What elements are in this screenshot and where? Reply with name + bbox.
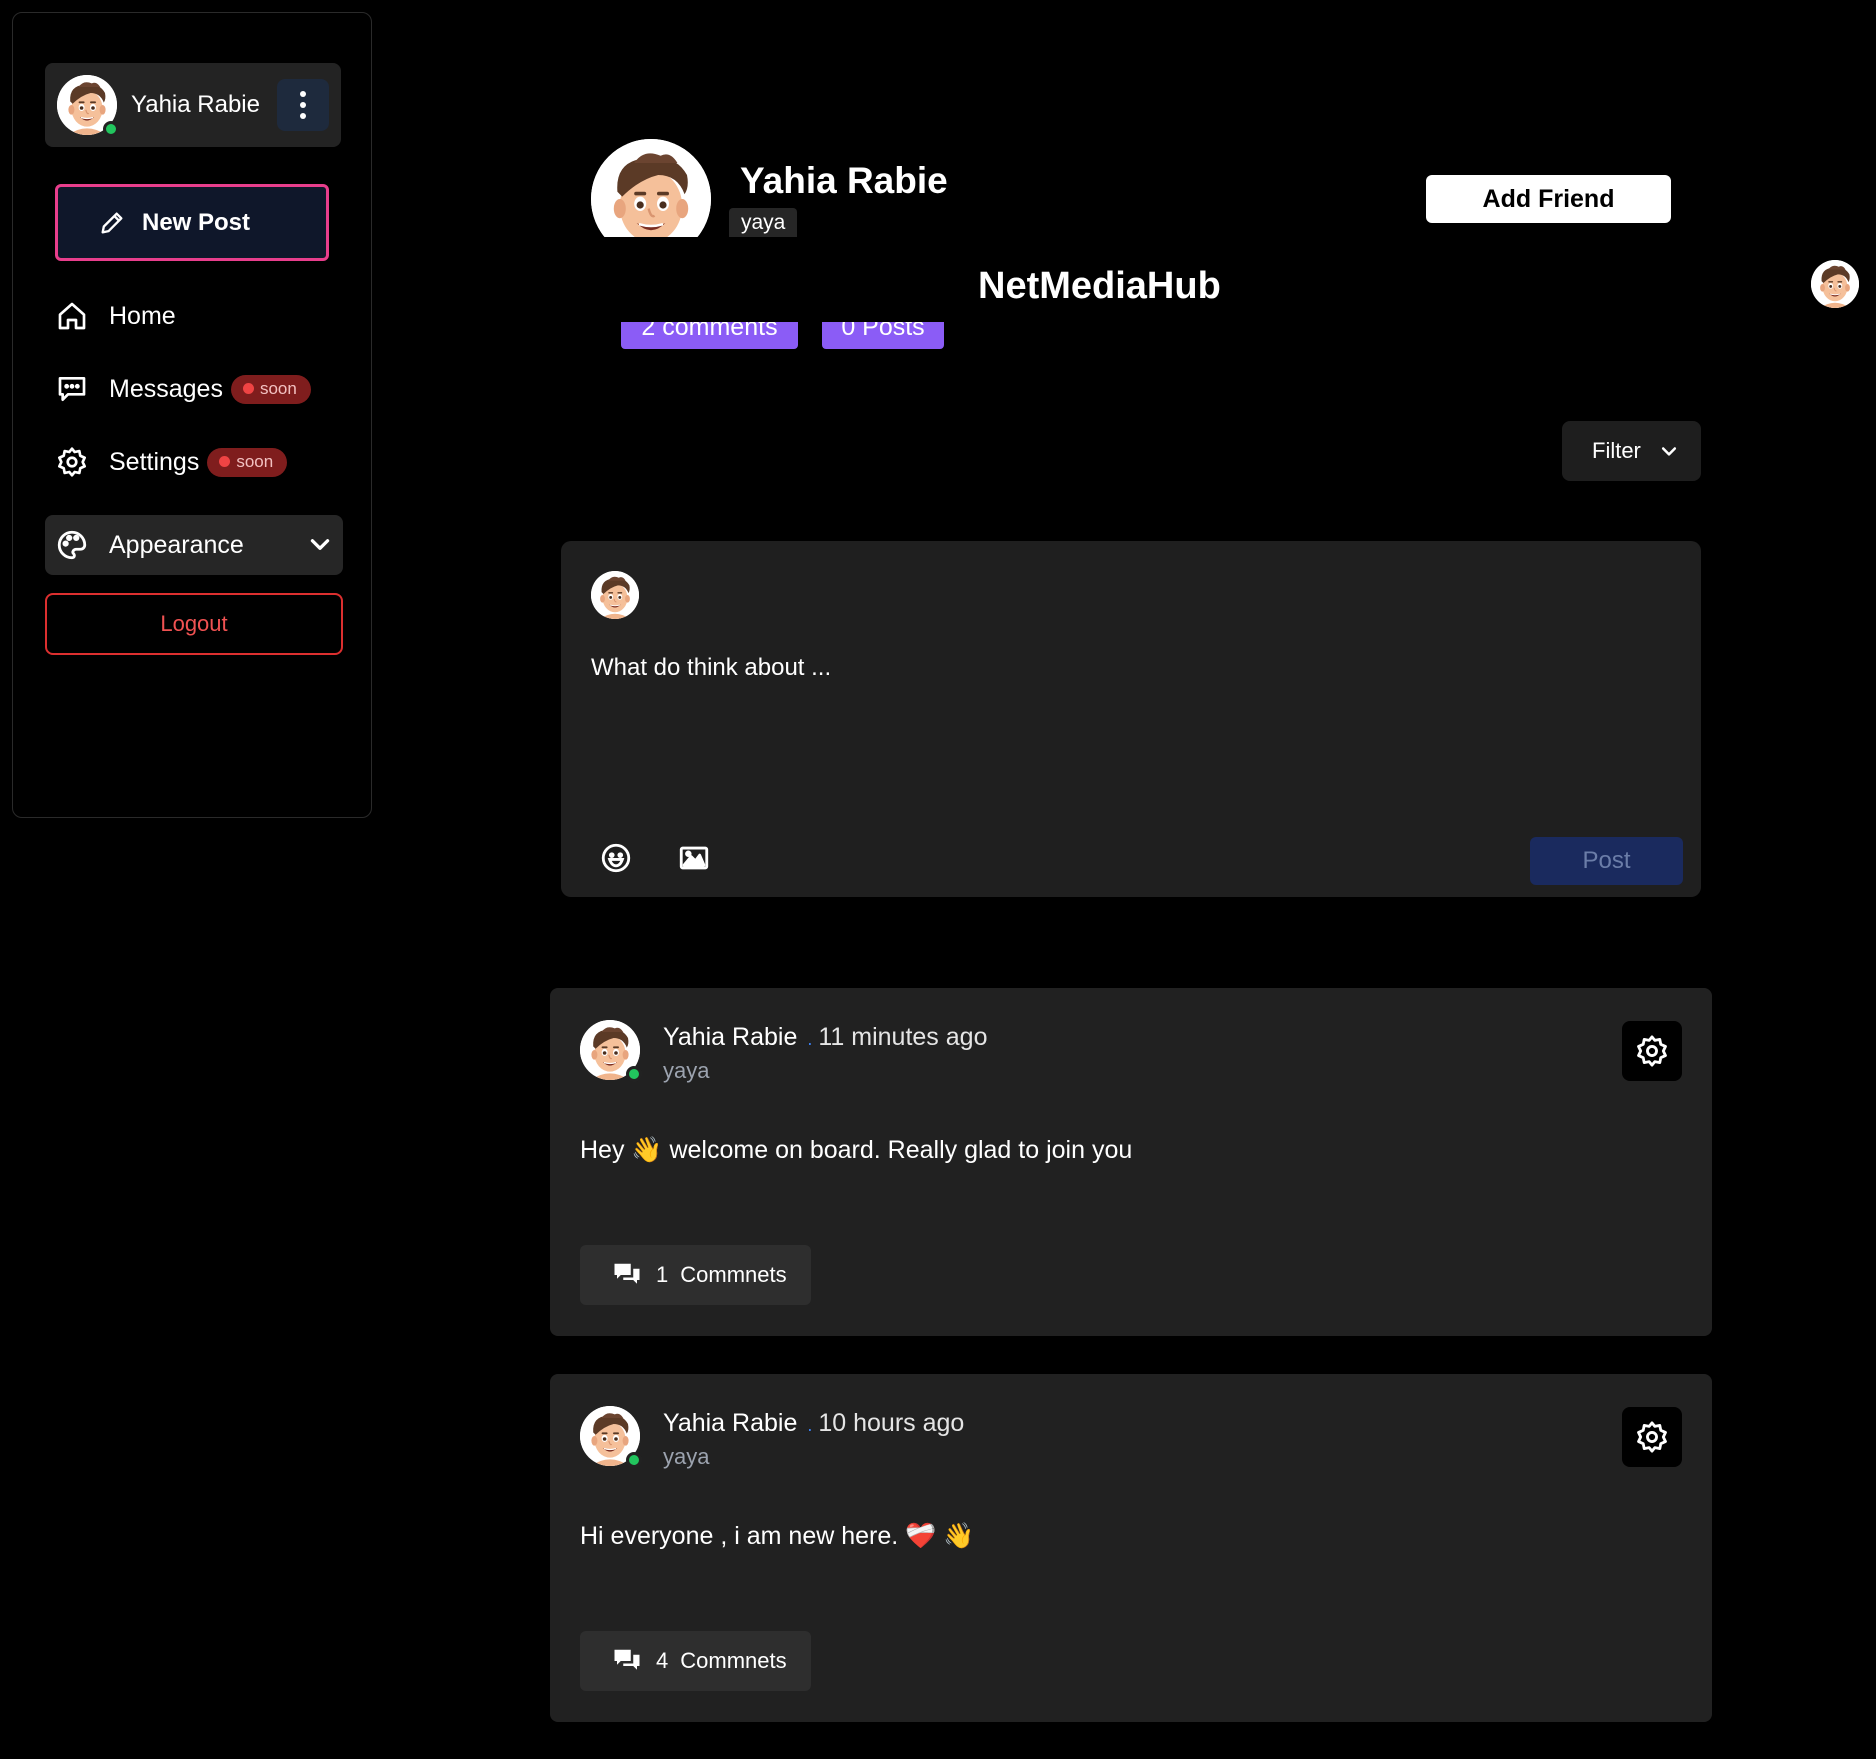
chevron-down-icon	[310, 539, 330, 550]
profile-name: Yahia Rabie	[740, 160, 948, 201]
comment-count: 4	[656, 1648, 669, 1673]
composer-avatar	[591, 571, 639, 619]
soon-badge: soon	[230, 374, 311, 404]
gear-icon	[1637, 1421, 1667, 1453]
appearance-dropdown[interactable]: Appearance	[45, 515, 343, 575]
comment-count: 1	[656, 1262, 669, 1287]
sidebar-item-messages[interactable]: Messages soon	[55, 359, 311, 419]
post-author-handle: yaya	[663, 1058, 710, 1083]
sidebar-item-home[interactable]: Home	[55, 286, 176, 346]
sidebar-user-name: Yahia Rabie	[131, 91, 260, 118]
comments-count-tab[interactable]: 2 comments	[621, 322, 798, 349]
sidebar-item-label: Messages	[109, 374, 223, 403]
composer-input[interactable]: What do think about ...	[591, 654, 831, 682]
appearance-label: Appearance	[109, 530, 244, 559]
comments-button[interactable]: 4 Commnets	[580, 1631, 811, 1691]
comments-icon	[614, 1263, 640, 1284]
meta-separator: .	[807, 1415, 813, 1435]
post-submit-button[interactable]: Post	[1530, 837, 1683, 885]
sidebar: Yahia Rabie New Post Home Messages soon …	[12, 12, 372, 818]
post-timestamp: 11 minutes ago	[818, 1023, 988, 1051]
image-icon	[679, 846, 709, 870]
gear-icon	[1637, 1035, 1667, 1067]
profile-avatar	[591, 139, 711, 237]
more-options-button[interactable]	[277, 79, 329, 131]
new-post-button[interactable]: New Post	[55, 184, 329, 261]
header-user-avatar[interactable]	[1811, 260, 1859, 308]
sidebar-item-label: Settings	[109, 447, 200, 476]
sidebar-item-settings[interactable]: Settings soon	[55, 432, 288, 492]
home-icon	[55, 299, 89, 333]
post-body: Hi everyone , i am new here. ❤️‍🩹 👋	[580, 1522, 975, 1550]
post-timestamp: 10 hours ago	[818, 1409, 965, 1437]
posts-count-tab[interactable]: 0 Posts	[822, 322, 944, 349]
comments-count-label: 2 comments	[641, 322, 778, 341]
comment-label: Commnets	[680, 1648, 787, 1673]
meta-separator: .	[807, 1029, 813, 1049]
add-friend-button[interactable]: Add Friend	[1426, 175, 1671, 223]
post-card: Yahia Rabie. 10 hours ago yaya Hi everyon…	[550, 1374, 1712, 1722]
avatar	[57, 75, 119, 137]
online-status-indicator	[626, 1452, 642, 1468]
post-settings-button[interactable]	[1622, 1021, 1682, 1081]
image-upload-button[interactable]	[677, 841, 711, 875]
more-dots-icon	[300, 91, 306, 97]
new-post-label: New Post	[142, 208, 251, 236]
post-meta: Yahia Rabie. 10 hours ago	[663, 1409, 964, 1438]
comments-icon	[614, 1649, 640, 1670]
post-settings-button[interactable]	[1622, 1407, 1682, 1467]
pencil-icon	[101, 212, 123, 233]
comment-label: Commnets	[680, 1262, 787, 1287]
emoji-icon	[601, 843, 631, 873]
post-composer: What do think about ... Post	[561, 541, 1701, 897]
soon-badge: soon	[207, 447, 288, 477]
post-meta: Yahia Rabie. 11 minutes ago	[663, 1023, 987, 1052]
emoji-button[interactable]	[599, 841, 633, 875]
online-status-indicator	[103, 121, 119, 137]
filter-button[interactable]: Filter	[1562, 421, 1701, 481]
post-author-name[interactable]: Yahia Rabie	[663, 1023, 797, 1051]
post-author-avatar[interactable]	[580, 1020, 642, 1082]
filter-label: Filter	[1592, 438, 1641, 463]
chevron-down-icon	[1661, 447, 1676, 456]
post-author-avatar[interactable]	[580, 1406, 642, 1468]
post-card: Yahia Rabie. 11 minutes ago yaya Hey 👋 we…	[550, 988, 1712, 1336]
post-author-handle: yaya	[663, 1444, 710, 1469]
post-author-name[interactable]: Yahia Rabie	[663, 1409, 797, 1437]
online-status-indicator	[626, 1066, 642, 1082]
comments-button[interactable]: 1 Commnets	[580, 1245, 811, 1305]
palette-icon	[55, 528, 89, 562]
gear-icon	[55, 445, 89, 479]
posts-count-label: 0 Posts	[841, 322, 925, 341]
profile-handle: yaya	[729, 208, 798, 237]
sidebar-user-card[interactable]: Yahia Rabie	[45, 63, 341, 147]
brand-title: NetMediaHub	[978, 265, 1221, 307]
chat-icon	[55, 372, 89, 406]
post-body: Hey 👋 welcome on board. Really glad to j…	[580, 1136, 1133, 1164]
sidebar-item-label: Home	[109, 301, 176, 330]
logout-button[interactable]: Logout	[45, 593, 343, 655]
